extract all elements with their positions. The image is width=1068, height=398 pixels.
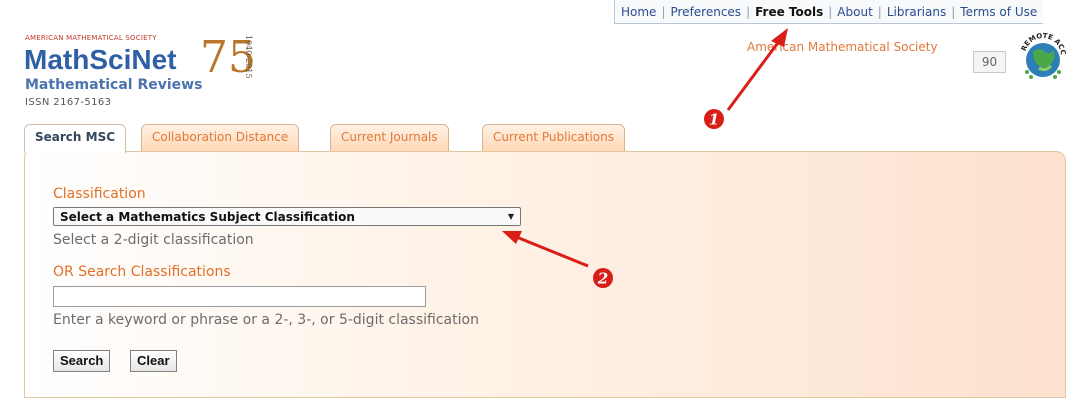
nav-separator: | bbox=[951, 4, 956, 19]
nav-about-link[interactable]: About bbox=[837, 5, 872, 19]
logo-tagline: AMERICAN MATHEMATICAL SOCIETY bbox=[25, 34, 157, 42]
ams-link[interactable]: American Mathematical Society bbox=[747, 40, 938, 54]
logo-subtitle: Mathematical Reviews bbox=[25, 77, 203, 93]
remote-access-icon[interactable]: REMOTE ACCESS bbox=[1019, 32, 1067, 84]
nav-preferences-link[interactable]: Preferences bbox=[670, 5, 741, 19]
issn-text: ISSN 2167-5163 bbox=[25, 97, 112, 108]
tab-current-publications[interactable]: Current Publications bbox=[482, 124, 625, 152]
search-hint: Enter a keyword or phrase or a 2-, 3-, o… bbox=[53, 312, 479, 328]
anniversary-years: 1940-2015 bbox=[244, 35, 253, 79]
classification-select[interactable]: Select a Mathematics Subject Classificat… bbox=[53, 207, 521, 226]
nav-librarians-link[interactable]: Librarians bbox=[887, 5, 946, 19]
tab-collaboration-distance[interactable]: Collaboration Distance bbox=[141, 124, 300, 152]
classification-select-value: Select a Mathematics Subject Classificat… bbox=[60, 209, 355, 224]
nav-separator: | bbox=[661, 4, 666, 19]
nav-separator: | bbox=[746, 4, 751, 19]
logo-mathscinet[interactable]: MathSciNet bbox=[24, 44, 176, 76]
annotation-badge-1: 1 bbox=[704, 109, 724, 129]
chevron-down-icon: ▼ bbox=[507, 212, 514, 221]
tab-search-msc[interactable]: Search MSC bbox=[24, 124, 127, 153]
top-navigation: Home | Preferences | Free Tools | About … bbox=[614, 0, 1044, 24]
svg-text:1: 1 bbox=[709, 111, 719, 129]
search-classifications-input[interactable] bbox=[53, 286, 426, 307]
search-button[interactable]: Search bbox=[53, 350, 111, 372]
clear-button[interactable]: Clear bbox=[130, 350, 177, 372]
nav-free-tools-link[interactable]: Free Tools bbox=[755, 5, 823, 19]
tab-current-journals[interactable]: Current Journals bbox=[330, 124, 449, 152]
nav-home-link[interactable]: Home bbox=[621, 5, 656, 19]
classification-label: Classification bbox=[53, 186, 146, 202]
nav-separator: | bbox=[828, 4, 833, 19]
search-classifications-label: OR Search Classifications bbox=[53, 264, 231, 280]
nav-separator: | bbox=[877, 4, 882, 19]
nav-terms-link[interactable]: Terms of Use bbox=[960, 5, 1037, 19]
classification-hint: Select a 2-digit classification bbox=[53, 232, 254, 248]
remote-counter: 90 bbox=[973, 51, 1006, 73]
